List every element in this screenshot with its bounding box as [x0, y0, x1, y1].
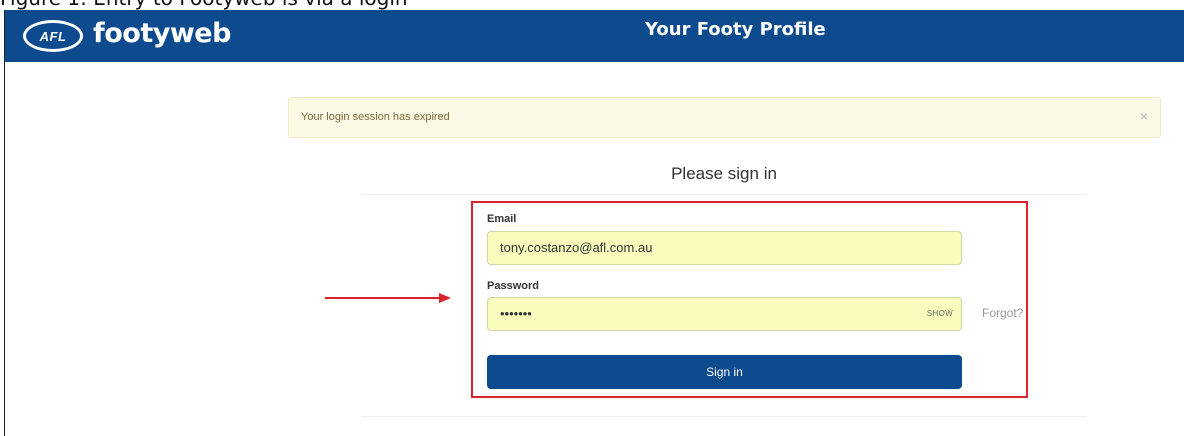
show-password-toggle[interactable]: SHOW — [927, 298, 953, 330]
arrow-right-icon — [325, 293, 451, 303]
password-label: Password — [487, 280, 539, 292]
close-icon[interactable]: × — [1140, 108, 1148, 124]
browser-frame: AFL footyweb Your Footy Profile Your log… — [4, 10, 1184, 436]
email-label: Email — [487, 213, 517, 225]
password-value: ••••••• — [500, 306, 532, 321]
password-field[interactable]: ••••••• SHOW — [487, 297, 962, 331]
email-field[interactable]: tony.costanzo@afl.com.au — [487, 231, 962, 265]
email-value: tony.costanzo@afl.com.au — [500, 240, 653, 255]
signin-heading: Please sign in — [671, 164, 777, 183]
page-title: Your Footy Profile — [645, 19, 826, 40]
brand-name[interactable]: footyweb — [93, 18, 231, 49]
afl-logo-icon[interactable]: AFL — [23, 20, 83, 52]
alert-message: Your login session has expired — [301, 111, 450, 123]
figure-caption: Figure 1: Entry to Footyweb is via a log… — [0, 0, 1184, 10]
divider — [361, 194, 1087, 195]
afl-logo-text: AFL — [26, 23, 80, 49]
header-bar: AFL footyweb Your Footy Profile — [5, 10, 1184, 62]
session-expired-alert: Your login session has expired × — [288, 97, 1161, 138]
divider — [361, 416, 1087, 417]
figure-caption-text: Figure 1: Entry to Footyweb is via a log… — [0, 0, 408, 9]
forgot-password-link[interactable]: Forgot? — [982, 306, 1023, 320]
sign-in-button[interactable]: Sign in — [487, 355, 962, 389]
